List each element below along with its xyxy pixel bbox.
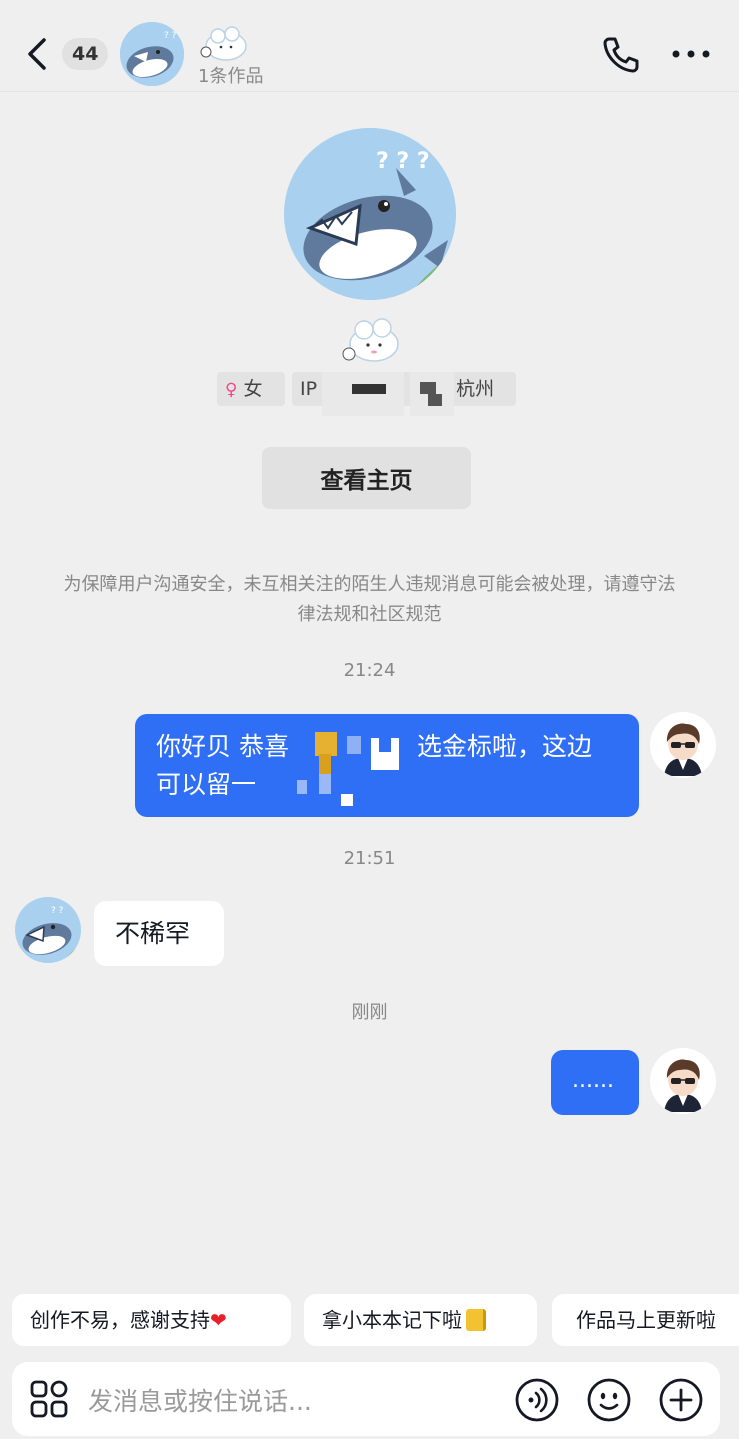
- name-sticker-icon: [342, 318, 399, 362]
- quick-reply-chip[interactable]: 作品马上更新啦: [552, 1294, 739, 1346]
- user-avatar-icon: [650, 1048, 716, 1114]
- profile-avatar[interactable]: ? ? ?: [284, 128, 456, 300]
- apps-grid-icon[interactable]: [30, 1380, 68, 1418]
- redaction-mosaic: [379, 738, 391, 752]
- svg-text:? ?: ? ?: [51, 906, 64, 916]
- self-avatar[interactable]: [650, 1048, 716, 1114]
- redaction-mosaic: [420, 382, 436, 394]
- svg-text:? ?: ? ?: [164, 31, 177, 41]
- contact-avatar[interactable]: ? ?: [120, 22, 184, 86]
- female-symbol-icon: ♀: [225, 380, 238, 400]
- notebook-icon: [466, 1309, 486, 1331]
- works-count-label: 1条作品: [198, 66, 264, 87]
- redaction-mosaic: [428, 394, 442, 406]
- gender-tag: ♀ 女: [217, 372, 285, 406]
- received-message-bubble[interactable]: 不稀罕: [94, 901, 224, 966]
- contact-avatar[interactable]: ? ?: [15, 897, 81, 963]
- redaction-mosaic: [319, 774, 331, 794]
- svg-text:? ? ?: ? ? ?: [376, 149, 430, 174]
- voice-input-icon[interactable]: [514, 1377, 560, 1423]
- emoji-icon[interactable]: [586, 1377, 632, 1423]
- back-chevron-icon[interactable]: [22, 34, 54, 74]
- more-options-icon[interactable]: [668, 40, 714, 68]
- user-avatar-icon: [650, 712, 716, 778]
- message-timestamp: 21:24: [343, 660, 396, 681]
- heart-icon: ❤: [210, 1308, 227, 1332]
- unread-count-badge[interactable]: 44: [62, 38, 109, 70]
- plus-icon[interactable]: [658, 1377, 704, 1423]
- shark-avatar-icon: ? ?: [120, 22, 184, 86]
- redaction-mosaic: [347, 736, 361, 754]
- sent-message-bubble[interactable]: 你好贝 恭喜 选金标啦，这边 可以留一: [135, 714, 639, 817]
- message-timestamp: 刚刚: [351, 1002, 388, 1023]
- message-timestamp: 21:51: [343, 848, 396, 869]
- safety-notice: 为保障用户沟通安全，未互相关注的陌生人违规消息可能会被处理，请遵守法律法规和社区…: [63, 574, 676, 625]
- redaction-mosaic: [352, 384, 386, 394]
- sent-message-bubble[interactable]: ......: [551, 1050, 639, 1115]
- self-avatar[interactable]: [650, 712, 716, 778]
- shark-avatar-icon: ? ? ?: [284, 128, 456, 300]
- quick-reply-chip[interactable]: 创作不易，感谢支持❤: [12, 1294, 291, 1346]
- redaction-mosaic: [341, 794, 353, 806]
- message-input[interactable]: 发消息或按住说话...: [88, 1382, 312, 1418]
- redaction-mosaic: [322, 372, 404, 416]
- shark-avatar-icon: ? ?: [15, 897, 81, 963]
- quick-reply-chip[interactable]: 拿小本本记下啦: [304, 1294, 537, 1346]
- view-homepage-button[interactable]: 查看主页: [262, 447, 471, 509]
- redaction-mosaic: [315, 732, 337, 756]
- redaction-mosaic: [319, 754, 331, 774]
- chat-header: 44 ? ? 1条作品: [0, 0, 739, 92]
- name-sticker-icon: [200, 26, 247, 61]
- message-input-bar: 发消息或按住说话...: [12, 1362, 720, 1436]
- redaction-mosaic: [297, 780, 307, 794]
- phone-call-icon[interactable]: [600, 34, 642, 76]
